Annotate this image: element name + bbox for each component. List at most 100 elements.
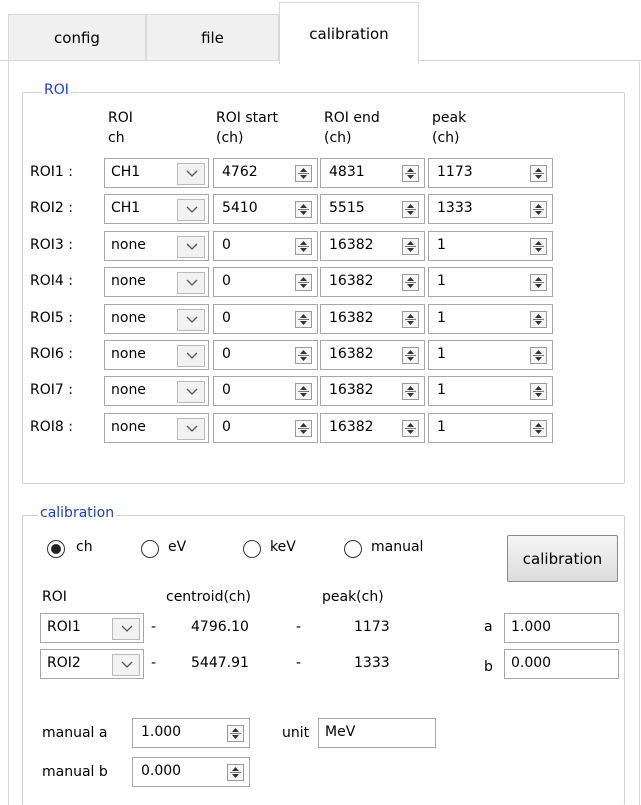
tab-config[interactable]: config bbox=[8, 14, 146, 60]
radio-kev[interactable] bbox=[243, 540, 261, 558]
spinner-arrows-icon[interactable] bbox=[227, 764, 244, 781]
manual-a-stepper[interactable]: 1.000 bbox=[132, 718, 250, 748]
radio-ev[interactable] bbox=[141, 540, 159, 558]
chevron-down-icon[interactable] bbox=[177, 345, 205, 367]
spinner-arrows-icon[interactable] bbox=[295, 237, 312, 255]
chevron-down-icon[interactable] bbox=[177, 199, 205, 222]
radio-ch[interactable] bbox=[47, 540, 65, 558]
roi4-peak-stepper[interactable]: 1 bbox=[428, 267, 553, 298]
roi7-peak-stepper[interactable]: 1 bbox=[428, 376, 553, 407]
chevron-down-icon[interactable] bbox=[112, 618, 140, 640]
roi2-end-stepper[interactable]: 5515 bbox=[320, 194, 425, 225]
roi8-start-stepper[interactable]: 0 bbox=[213, 412, 318, 443]
calib-coef-a-label: a bbox=[484, 619, 493, 635]
tab-calibration[interactable]: calibration bbox=[279, 2, 419, 64]
roi1-start-stepper[interactable]: 4762 bbox=[213, 158, 318, 188]
spinner-arrows-icon[interactable] bbox=[295, 165, 312, 182]
spinner-arrows-icon[interactable] bbox=[530, 347, 547, 364]
spinner-arrows-icon[interactable] bbox=[402, 419, 419, 437]
spinner-arrows-icon[interactable] bbox=[402, 347, 419, 364]
chevron-down-icon[interactable] bbox=[112, 654, 140, 676]
roi5-peak-stepper[interactable]: 1 bbox=[428, 303, 553, 334]
calibration-button[interactable]: calibration bbox=[507, 535, 618, 582]
radio-manual[interactable] bbox=[344, 540, 362, 558]
spinner-arrows-icon[interactable] bbox=[295, 347, 312, 364]
calib-coef-b-value: 0.000 bbox=[511, 655, 552, 671]
chevron-down-icon[interactable] bbox=[177, 163, 205, 185]
roi6-peak-value: 1 bbox=[437, 346, 446, 362]
roi6-ch-select[interactable]: none bbox=[104, 340, 209, 370]
roi5-end-value: 16382 bbox=[329, 309, 374, 326]
roi5-start-stepper[interactable]: 0 bbox=[213, 303, 318, 334]
spinner-arrows-icon[interactable] bbox=[402, 383, 419, 401]
roi1-end-value: 4831 bbox=[329, 164, 365, 180]
roi8-end-stepper[interactable]: 16382 bbox=[320, 412, 425, 443]
roi7-label: ROI7 : bbox=[30, 382, 73, 399]
roi7-start-stepper[interactable]: 0 bbox=[213, 376, 318, 407]
chevron-down-icon[interactable] bbox=[177, 235, 205, 258]
roi1-peak-stepper[interactable]: 1173 bbox=[428, 158, 553, 188]
roi2-start-stepper[interactable]: 5410 bbox=[213, 194, 318, 225]
manual-b-stepper[interactable]: 0.000 bbox=[132, 757, 250, 787]
roi4-start-stepper[interactable]: 0 bbox=[213, 267, 318, 298]
calib-roi1-select[interactable]: ROI1 bbox=[40, 613, 144, 643]
chevron-down-icon[interactable] bbox=[177, 417, 205, 440]
spinner-arrows-icon[interactable] bbox=[402, 310, 419, 328]
roi6-end-stepper[interactable]: 16382 bbox=[320, 340, 425, 370]
calib-coef-b-field[interactable]: 0.000 bbox=[504, 649, 619, 679]
roi3-end-stepper[interactable]: 16382 bbox=[320, 230, 425, 261]
spinner-arrows-icon[interactable] bbox=[530, 419, 547, 437]
roi3-label: ROI3 : bbox=[30, 236, 73, 253]
spinner-arrows-icon[interactable] bbox=[402, 165, 419, 182]
calib-coef-a-field[interactable]: 1.000 bbox=[504, 613, 619, 643]
spinner-arrows-icon[interactable] bbox=[530, 165, 547, 182]
calib-roi2-select[interactable]: ROI2 bbox=[40, 649, 144, 679]
spinner-arrows-icon[interactable] bbox=[295, 201, 312, 219]
calib-centroid-header: centroid(ch) bbox=[166, 589, 251, 605]
manual-b-label: manual b bbox=[42, 764, 108, 780]
roi1-ch-select[interactable]: CH1 bbox=[104, 158, 209, 188]
unit-field[interactable]: MeV bbox=[318, 718, 436, 748]
roi1-ch-value: CH1 bbox=[111, 164, 141, 180]
roi7-end-stepper[interactable]: 16382 bbox=[320, 376, 425, 407]
spinner-arrows-icon[interactable] bbox=[402, 274, 419, 292]
roi7-ch-select[interactable]: none bbox=[104, 376, 209, 407]
roi3-start-stepper[interactable]: 0 bbox=[213, 230, 318, 261]
roi8-peak-value: 1 bbox=[437, 418, 446, 435]
chevron-down-icon[interactable] bbox=[177, 308, 205, 331]
roi2-peak-stepper[interactable]: 1333 bbox=[428, 194, 553, 225]
spinner-arrows-icon[interactable] bbox=[530, 274, 547, 292]
roi8-ch-select[interactable]: none bbox=[104, 412, 209, 443]
spinner-arrows-icon[interactable] bbox=[295, 419, 312, 437]
roi5-end-stepper[interactable]: 16382 bbox=[320, 303, 425, 334]
spinner-arrows-icon[interactable] bbox=[295, 310, 312, 328]
chevron-down-icon[interactable] bbox=[177, 272, 205, 295]
chevron-down-icon[interactable] bbox=[177, 381, 205, 404]
roi-end-header: ROI end (ch) bbox=[324, 110, 380, 146]
spinner-arrows-icon[interactable] bbox=[295, 383, 312, 401]
spinner-arrows-icon[interactable] bbox=[295, 274, 312, 292]
roi4-end-stepper[interactable]: 16382 bbox=[320, 267, 425, 298]
tab-config-label: config bbox=[54, 28, 100, 47]
spinner-arrows-icon[interactable] bbox=[530, 383, 547, 401]
roi5-ch-select[interactable]: none bbox=[104, 303, 209, 334]
roi3-ch-select[interactable]: none bbox=[104, 230, 209, 261]
roi-group-title: ROI bbox=[42, 82, 71, 98]
roi6-start-stepper[interactable]: 0 bbox=[213, 340, 318, 370]
spinner-arrows-icon[interactable] bbox=[402, 237, 419, 255]
roi4-ch-select[interactable]: none bbox=[104, 267, 209, 298]
spinner-arrows-icon[interactable] bbox=[530, 201, 547, 219]
tab-file[interactable]: file bbox=[146, 14, 279, 60]
spinner-arrows-icon[interactable] bbox=[227, 725, 244, 742]
roi2-ch-select[interactable]: CH1 bbox=[104, 194, 209, 225]
spinner-arrows-icon[interactable] bbox=[530, 237, 547, 255]
roi4-start-value: 0 bbox=[222, 273, 231, 290]
roi6-peak-stepper[interactable]: 1 bbox=[428, 340, 553, 370]
roi3-peak-stepper[interactable]: 1 bbox=[428, 230, 553, 261]
calib-row2-peak: 1333 bbox=[354, 655, 390, 671]
roi1-end-stepper[interactable]: 4831 bbox=[320, 158, 425, 188]
spinner-arrows-icon[interactable] bbox=[530, 310, 547, 328]
spinner-arrows-icon[interactable] bbox=[402, 201, 419, 219]
roi4-peak-value: 1 bbox=[437, 273, 446, 290]
roi8-peak-stepper[interactable]: 1 bbox=[428, 412, 553, 443]
